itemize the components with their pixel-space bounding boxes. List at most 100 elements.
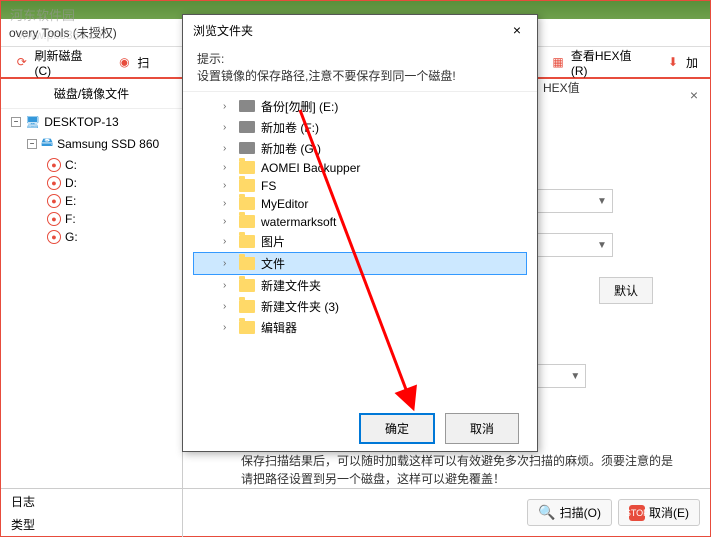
drive-label: C: [65,158,77,172]
folder-icon [239,161,255,174]
collapse-icon[interactable]: − [11,117,21,127]
expand-arrow-icon[interactable]: › [223,236,233,247]
dropdown-icon[interactable]: ▼ [570,371,580,382]
refresh-icon: ⟳ [13,53,30,71]
folder-tree[interactable]: ›备份[勿删] (E:)›新加卷 (F:)›新加卷 (G:)›AOMEI Bac… [183,91,537,401]
scan-icon: ◉ [115,53,133,71]
folder-label: 编辑器 [261,319,297,336]
tree-drive-c[interactable]: ● C: [5,156,178,174]
folder-item[interactable]: ›备份[勿删] (E:) [193,96,527,117]
folder-icon [239,321,255,334]
folder-item[interactable]: › 新加卷 (F:) [193,117,527,138]
folder-item[interactable]: ›新加卷 (G:) [193,138,527,159]
folder-item[interactable]: ›图片 [193,231,527,252]
folder-item[interactable]: ›watermarksoft [193,213,527,231]
drive-label: E: [65,194,76,208]
hex-icon: ▦ [549,53,566,71]
tree-drive-g[interactable]: ● G: [5,228,178,246]
drive-icon [239,100,255,112]
scan-button[interactable]: ◉ 扫 [107,50,157,74]
cancel-action-button[interactable]: STOP 取消(E) [618,499,700,526]
browse-folder-dialog: 浏览文件夹 × 提示: 设置镜像的保存路径,注意不要保存到同一个磁盘! ›备份[… [182,14,538,452]
expand-arrow-icon[interactable]: › [223,122,233,133]
log-label: 日志 [11,493,172,510]
type-label: 类型 [11,516,172,533]
folder-item[interactable]: › AOMEI Backupper [193,159,527,177]
stop-icon: STOP [629,505,645,521]
panel-close-button[interactable]: × [690,87,698,103]
collapse-icon[interactable]: − [27,139,37,149]
drive-label: D: [65,176,77,190]
expand-arrow-icon[interactable]: › [223,322,233,333]
dialog-close-button[interactable]: × [507,20,527,40]
folder-label: AOMEI Backupper [261,161,360,175]
dialog-hint: 提示: 设置镜像的保存路径,注意不要保存到同一个磁盘! [183,45,537,91]
folder-label: 文件 [261,255,285,272]
default-button[interactable]: 默认 [599,277,653,304]
hint-label: 提示: [197,51,523,68]
sidebar-header: 磁盘/镜像文件 [1,79,182,109]
view-hex-button[interactable]: ▦ 查看HEX值(R) [541,44,654,81]
disk-icon: ● [47,194,61,208]
expand-arrow-icon[interactable]: › [223,301,233,312]
hint-text: 设置镜像的保存路径,注意不要保存到同一个磁盘! [197,68,523,85]
ssd-label: Samsung SSD 860 [57,137,159,151]
folder-item[interactable]: › FS [193,177,527,195]
scan-action-button[interactable]: 🔍 扫描(O) [527,499,612,526]
monitor-icon: 🖥 [25,115,40,129]
add-button[interactable]: ⬇ 加 [656,50,706,74]
dialog-title-text: 浏览文件夹 [193,22,253,39]
folder-label: FS [261,179,276,193]
expand-arrow-icon[interactable]: › [223,216,233,227]
folder-icon [239,279,255,292]
folder-icon [239,300,255,313]
disk-icon: ● [47,230,61,244]
refresh-disk-button[interactable]: ⟳ 刷新磁盘(C) [5,44,105,81]
disk-icon: ● [47,158,61,172]
bottom-bar: 日志 类型 🔍 扫描(O) STOP 取消(E) [1,488,710,536]
cancel-btn-label: 取消(E) [649,504,689,521]
drive-icon [239,121,255,133]
tree-drive-f[interactable]: ● F: [5,210,178,228]
expand-arrow-icon[interactable]: › [223,180,233,191]
expand-arrow-icon[interactable]: › [223,162,233,173]
device-tree: − 🖥 DESKTOP-13 − 🖴 Samsung SSD 860 ● C: … [1,109,182,250]
tree-drive-d[interactable]: ● D: [5,174,178,192]
hex-value-tab[interactable]: HEX值 [543,79,580,96]
drive-label: F: [65,212,76,226]
folder-item[interactable]: › 新建文件夹 (3) [193,296,527,317]
expand-arrow-icon[interactable]: › [223,198,233,209]
expand-arrow-icon[interactable]: › [223,143,233,154]
folder-icon [239,235,255,248]
dropdown-icon[interactable]: ▼ [597,240,607,251]
tree-drive-e[interactable]: ● E: [5,192,178,210]
expand-arrow-icon[interactable]: › [223,258,233,269]
disk-icon: ● [47,212,61,226]
folder-item[interactable]: › 编辑器 [193,317,527,338]
disk-icon: ● [47,176,61,190]
drive-icon: 🖴 [41,133,53,154]
tree-ssd[interactable]: − 🖴 Samsung SSD 860 [5,131,178,156]
folder-item[interactable]: › MyEditor [193,195,527,213]
expand-arrow-icon[interactable]: › [223,280,233,291]
download-icon: ⬇ [664,53,682,71]
ok-button[interactable]: 确定 [359,413,435,444]
scan-label: 扫 [137,54,149,71]
dialog-titlebar: 浏览文件夹 × [183,15,537,45]
cancel-button[interactable]: 取消 [445,413,519,444]
view-hex-label: 查看HEX值(R) [571,47,646,78]
folder-label: 新建文件夹 (3) [261,298,339,315]
folder-item[interactable]: › 文件 [193,252,527,275]
dropdown-icon[interactable]: ▼ [597,196,607,207]
refresh-label: 刷新磁盘(C) [34,47,97,78]
folder-icon [239,197,255,210]
folder-item[interactable]: ›新建文件夹 [193,275,527,296]
magnify-icon: 🔍 [538,504,555,521]
expand-arrow-icon[interactable]: › [223,101,233,112]
dialog-buttons: 确定 取消 [183,401,537,456]
drive-label: G: [65,230,78,244]
sidebar: 磁盘/镜像文件 − 🖥 DESKTOP-13 − 🖴 Samsung SSD 8… [1,79,183,536]
folder-label: MyEditor [261,197,308,211]
folder-label: 新加卷 (F:) [261,119,319,136]
tree-desktop[interactable]: − 🖥 DESKTOP-13 [5,113,178,131]
